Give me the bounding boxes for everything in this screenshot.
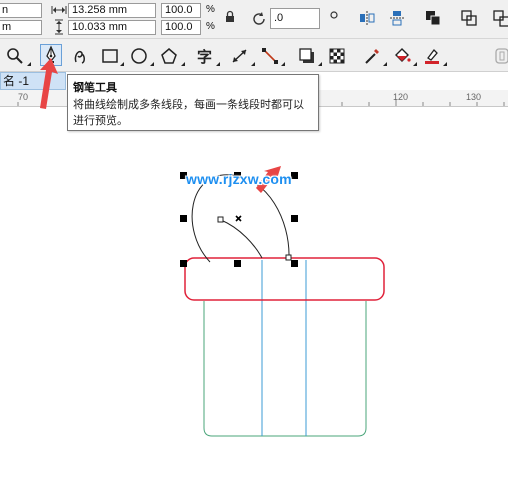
ruler-label: 120 xyxy=(393,92,409,102)
tooltip-description: 将曲线绘制成多条线段，每画一条线段时都可以进行预览。 xyxy=(73,99,304,127)
flyout-indicator xyxy=(181,62,185,66)
node-handle xyxy=(217,216,224,223)
flyout-indicator xyxy=(120,62,124,66)
flyout-indicator xyxy=(413,62,417,66)
red-pointer-arrow-icon xyxy=(40,58,58,109)
degree-icon xyxy=(329,10,339,20)
flyout-indicator xyxy=(318,62,322,66)
object-x-field[interactable]: n xyxy=(0,3,42,18)
rectangle-icon[interactable] xyxy=(100,46,120,66)
scale-y-field[interactable]: 100.0 xyxy=(161,20,201,35)
flyout-indicator xyxy=(216,62,220,66)
flyout-indicator xyxy=(383,62,387,66)
flyout-indicator xyxy=(27,62,31,66)
drawing-canvas[interactable] xyxy=(0,107,508,487)
width-arrow-icon xyxy=(50,2,68,20)
eyedropper-icon[interactable] xyxy=(362,46,382,66)
watermark: www.rjzxw.com xyxy=(186,171,292,187)
outline-pen-icon[interactable] xyxy=(492,46,508,66)
transparency-icon[interactable] xyxy=(327,46,347,66)
flyout-indicator xyxy=(251,62,255,66)
tooltip-title: 钢笔工具 xyxy=(73,82,117,94)
zoom-icon[interactable] xyxy=(5,46,25,66)
ruler-label: 70 xyxy=(18,92,29,102)
node-handle-end xyxy=(285,254,292,261)
ruler-label: 130 xyxy=(466,92,482,102)
dimension-icon[interactable] xyxy=(230,46,250,66)
svg-text:字: 字 xyxy=(197,48,212,66)
spiral-curve-icon[interactable] xyxy=(70,46,90,66)
property-bar: n m 13.258 mm 10.033 mm 100.0 100.0 % % … xyxy=(0,0,508,39)
gift-box-body xyxy=(203,301,367,437)
bow-curve xyxy=(191,174,290,263)
object-height-field[interactable]: 10.033 mm xyxy=(68,20,156,35)
pen-tool-tooltip: 钢笔工具 将曲线绘制成多条线段，每画一条线段时都可以进行预览。 xyxy=(67,74,319,131)
toolbox-row: 字 xyxy=(0,39,508,72)
shadow-icon[interactable] xyxy=(297,46,317,66)
mirror-horizontal-icon[interactable] xyxy=(358,9,376,27)
flyout-indicator xyxy=(443,62,447,66)
center-mark xyxy=(235,215,242,222)
interactive-fill-icon[interactable] xyxy=(422,46,442,66)
bow-inner-curve xyxy=(220,219,263,259)
scale-x-percent: % xyxy=(206,4,215,15)
fill-bucket-icon[interactable] xyxy=(392,46,412,66)
group-icon[interactable] xyxy=(424,9,442,27)
lock-ratio-icon[interactable] xyxy=(224,10,236,24)
break-apart-icon[interactable] xyxy=(492,9,508,27)
flyout-indicator xyxy=(281,62,285,66)
combine-icon[interactable] xyxy=(460,9,478,27)
height-arrow-icon xyxy=(50,19,68,37)
scale-y-percent: % xyxy=(206,21,215,32)
rotation-field[interactable]: .0 xyxy=(270,8,320,29)
flyout-indicator xyxy=(150,62,154,66)
gift-box-lid xyxy=(184,257,385,301)
polygon-icon[interactable] xyxy=(159,46,179,66)
ellipse-icon[interactable] xyxy=(129,46,149,66)
text-icon[interactable]: 字 xyxy=(195,46,215,66)
object-width-field[interactable]: 13.258 mm xyxy=(68,3,156,18)
scale-x-field[interactable]: 100.0 xyxy=(161,3,201,18)
connector-line-icon[interactable] xyxy=(260,46,280,66)
mirror-vertical-icon[interactable] xyxy=(388,9,406,27)
object-y-field[interactable]: m xyxy=(0,20,42,35)
rotate-icon xyxy=(250,10,268,28)
